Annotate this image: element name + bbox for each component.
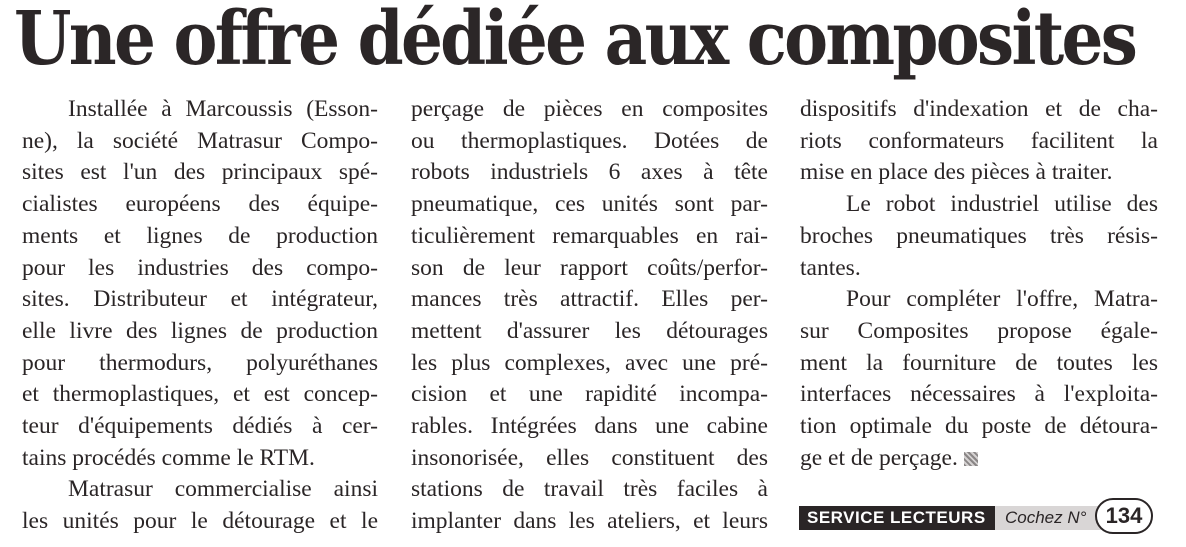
article-line: broches pneumatiques très résis- xyxy=(800,222,1158,249)
article-line: implanter dans les ateliers, et leurs xyxy=(411,508,768,535)
article-line: teur d'équipements dédiés à cer- xyxy=(22,413,378,440)
article-line: stations de travail très faciles à xyxy=(411,476,768,503)
reader-service-number: 134 xyxy=(1095,498,1153,534)
article-line: pour thermodurs, polyuréthanes xyxy=(22,349,378,376)
article-column-3: dispositifs d'indexation et de cha-riots… xyxy=(800,94,1158,474)
article-line: ticulièrement remarquables en rai- xyxy=(411,222,768,249)
article-line: ou thermoplastiques. Dotées de xyxy=(411,127,768,154)
article-line: insonorisée, elles constituent des xyxy=(411,444,768,471)
article-line: mettent d'assurer les détourages xyxy=(411,317,768,344)
article-line: interfaces nécessaires à l'exploita- xyxy=(800,381,1158,408)
article-line: ne), la société Matrasur Compo- xyxy=(22,127,378,154)
service-lecteurs-bar: SERVICE LECTEURS Cochez N° 134 xyxy=(799,496,1157,536)
article-line: sites est l'un des principaux spé- xyxy=(22,159,378,186)
article-line: cialistes européens des équipe- xyxy=(22,191,378,218)
article-title: Une offre dédiée aux composites xyxy=(14,0,1138,82)
article-line: mances très attractif. Elles per- xyxy=(411,286,768,313)
article-line: mise en place des pièces à traiter. xyxy=(800,159,1113,186)
article-line: ments et lignes de production xyxy=(22,222,378,249)
article-line: pour les industries des compo- xyxy=(22,254,378,281)
article-line: et thermoplastiques, et est concep- xyxy=(22,381,378,408)
cochez-label: Cochez N° xyxy=(1005,508,1087,527)
article-line: rables. Intégrées dans une cabine xyxy=(411,413,768,440)
article-line: ge et de perçage. xyxy=(800,443,1158,475)
article-line: sur Composites propose égale- xyxy=(800,317,1158,344)
article-line: Installée à Marcoussis (Esson- xyxy=(68,96,378,122)
article-line: dispositifs d'indexation et de cha- xyxy=(800,96,1158,122)
article-line: les plus complexes, avec une pré- xyxy=(411,349,768,376)
service-lecteurs-label: SERVICE LECTEURS xyxy=(799,506,995,530)
article-line: tion optimale du poste de détoura- xyxy=(800,413,1158,440)
article-line: Le robot industriel utilise des xyxy=(846,191,1158,218)
article-line: tains procédés comme le RTM. xyxy=(22,444,315,471)
article-line: perçage de pièces en composites xyxy=(411,96,768,122)
article-line: pneumatique, ces unités sont par- xyxy=(411,191,768,218)
article-line: cision et une rapidité incompa- xyxy=(411,381,768,408)
article-line: tantes. xyxy=(800,254,861,281)
article-line: elle livre des lignes de production xyxy=(22,317,378,344)
article-line: riots conformateurs facilitent la xyxy=(800,127,1158,154)
article-line: les unités pour le détourage et le xyxy=(22,508,378,535)
end-of-article-icon xyxy=(963,451,978,466)
article-line: sites. Distributeur et intégrateur, xyxy=(22,286,378,313)
article-line: robots industriels 6 axes à tête xyxy=(411,159,768,186)
article-column-1: Installée à Marcoussis (Esson-ne), la so… xyxy=(22,94,378,538)
article-line: Matrasur commercialise ainsi xyxy=(68,476,378,503)
article-line: son de leur rapport coûts/perfor- xyxy=(411,254,768,281)
article-line: Pour compléter l'offre, Matra- xyxy=(846,286,1158,313)
article-line: ment la fourniture de toutes les xyxy=(800,349,1158,376)
article-column-2: perçage de pièces en composites ou thermo… xyxy=(411,94,768,538)
